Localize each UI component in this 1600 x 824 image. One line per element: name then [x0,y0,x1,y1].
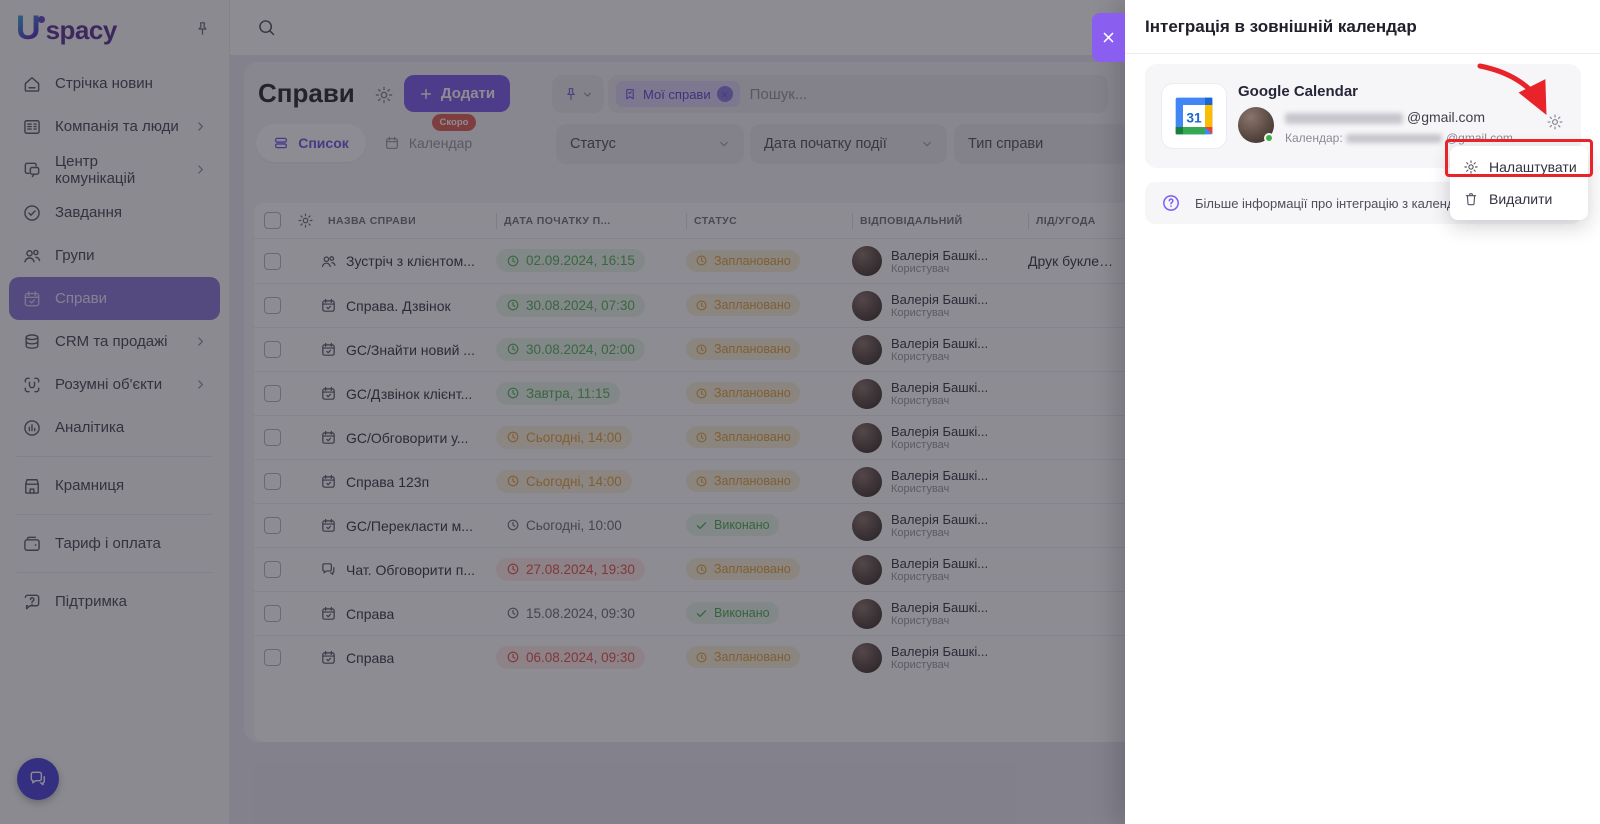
menu-item-label: Налаштувати [1489,159,1577,175]
integration-name: Google Calendar [1238,83,1358,100]
calendar-email-line: Календар: @gmail.com [1285,131,1513,145]
panel-header: Інтеграція в зовнішній календар [1125,0,1600,54]
question-circle-icon [1161,193,1181,213]
google-calendar-logo: 31 [1161,83,1227,149]
menu-item-icon [1463,159,1479,175]
menu-item-configure[interactable]: Налаштувати [1450,151,1588,183]
panel-title: Інтеграція в зовнішній календар [1145,17,1417,37]
integration-context-menu: Налаштувати Видалити [1450,146,1588,220]
blurred-calendar-email [1346,134,1442,143]
google-calendar-icon: 31 [1172,94,1216,138]
integration-settings-gear-icon[interactable] [1546,113,1564,131]
integration-info-link[interactable]: Більше інформації про інтеграцію з кален… [1195,196,1485,211]
modal-scrim[interactable] [0,0,1125,824]
svg-text:31: 31 [1186,110,1202,125]
menu-item-label: Видалити [1489,191,1552,207]
close-icon [1101,30,1116,45]
menu-item-delete[interactable]: Видалити [1450,183,1588,215]
blurred-email [1285,113,1403,124]
calendar-integration-panel: Інтеграція в зовнішній календар 31 Googl… [1125,0,1600,824]
panel-close-button[interactable] [1092,13,1125,62]
menu-item-icon [1463,191,1479,207]
account-email: @gmail.com [1285,109,1485,125]
online-status-dot [1264,133,1274,143]
